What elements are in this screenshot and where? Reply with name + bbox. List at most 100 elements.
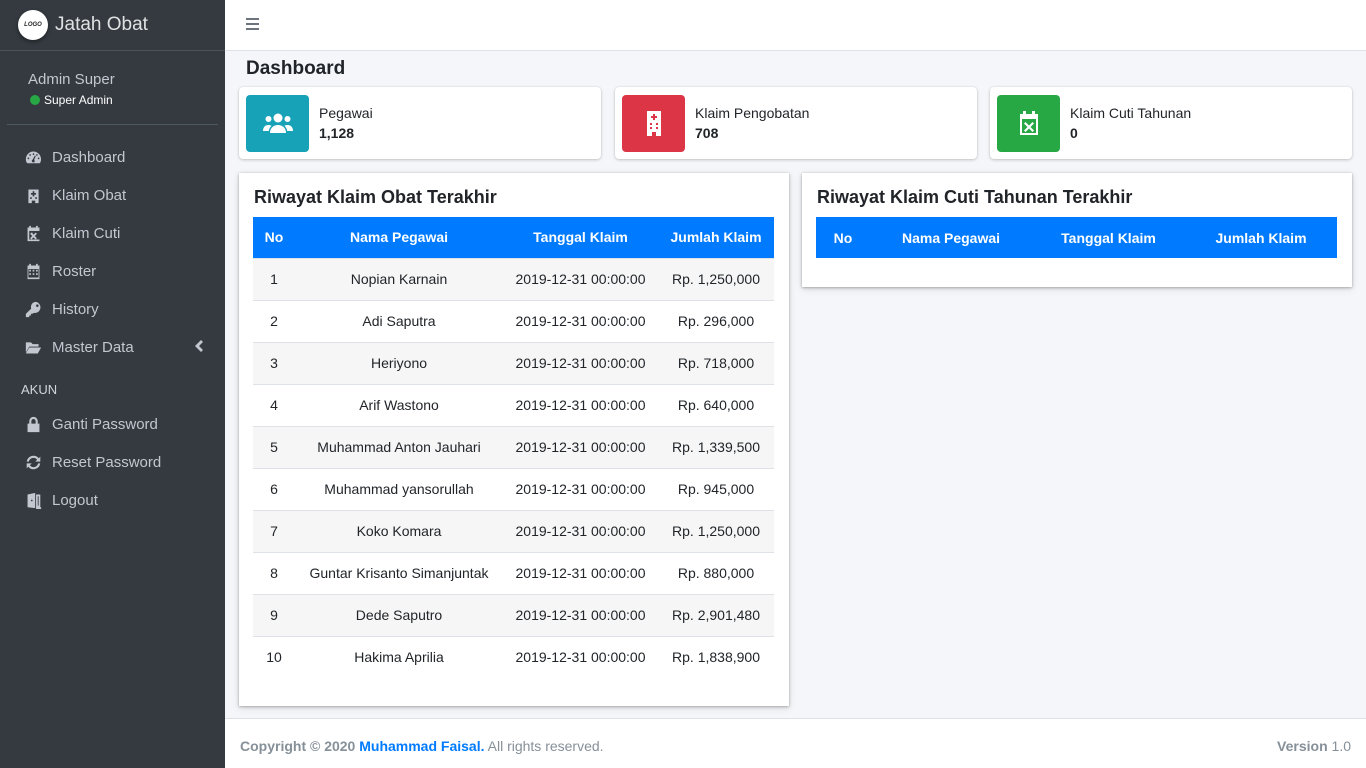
card-riwayat-klaim-cuti: Riwayat Klaim Cuti Tahunan Terakhir No N… xyxy=(802,173,1352,287)
cell-jumlah-klaim: Rp. 640,000 xyxy=(658,383,774,426)
cell-jumlah-klaim: Rp. 1,250,000 xyxy=(658,257,774,300)
user-name[interactable]: Admin Super xyxy=(28,71,218,88)
cell-nama-pegawai: Heriyono xyxy=(295,341,503,384)
chevron-left-icon xyxy=(195,340,203,352)
sidebar: LOGO Jatah Obat Admin Super Super Admin … xyxy=(0,0,225,768)
cell-tanggal-klaim: 2019-12-31 00:00:00 xyxy=(503,551,658,594)
info-box-label: Pegawai xyxy=(319,105,373,121)
calendar-icon xyxy=(24,262,42,280)
cell-no: 9 xyxy=(253,593,295,636)
door-open-icon xyxy=(24,491,42,509)
menu-toggle-icon[interactable] xyxy=(246,18,259,32)
cell-no: 8 xyxy=(253,551,295,594)
sidebar-nav: Dashboard Klaim Obat Klaim Cuti Roster H… xyxy=(0,125,225,519)
cell-tanggal-klaim: 2019-12-31 00:00:00 xyxy=(503,425,658,468)
cell-tanggal-klaim: 2019-12-31 00:00:00 xyxy=(503,593,658,636)
column-header-tanggal-klaim[interactable]: Tanggal Klaim xyxy=(1032,217,1185,258)
cell-no: 2 xyxy=(253,299,295,342)
cell-jumlah-klaim: Rp. 718,000 xyxy=(658,341,774,384)
cell-nama-pegawai: Adi Saputra xyxy=(295,299,503,342)
brand-title: Jatah Obat xyxy=(55,14,148,35)
footer-copyright: Copyright © 2020 Muhammad Faisal. All ri… xyxy=(240,738,604,754)
folder-open-icon xyxy=(24,338,42,356)
cell-no: 3 xyxy=(253,341,295,384)
cell-no: 7 xyxy=(253,509,295,552)
sidebar-item-master-data[interactable]: Master Data xyxy=(0,328,225,366)
cell-tanggal-klaim: 2019-12-31 00:00:00 xyxy=(503,467,658,510)
cell-tanggal-klaim: 2019-12-31 00:00:00 xyxy=(503,509,658,552)
hospital-icon xyxy=(622,94,685,152)
online-status-icon xyxy=(30,95,40,105)
users-icon xyxy=(246,94,309,152)
key-icon xyxy=(24,300,42,318)
table-row: 5 Muhammad Anton Jauhari 2019-12-31 00:00:… xyxy=(253,425,774,468)
hospital-icon xyxy=(24,186,42,204)
table-header-row: No Nama Pegawai Tanggal Klaim Jumlah Kla… xyxy=(816,217,1337,258)
top-navbar xyxy=(225,0,1366,51)
table-row: 3 Heriyono 2019-12-31 00:00:00 Rp. 718,000 xyxy=(253,341,774,384)
sidebar-item-logout[interactable]: Logout xyxy=(0,481,225,519)
cell-no: 1 xyxy=(253,257,295,300)
column-header-nama-pegawai[interactable]: Nama Pegawai xyxy=(295,217,503,258)
calendar-times-icon xyxy=(24,224,42,242)
sidebar-item-klaim-obat[interactable]: Klaim Obat xyxy=(0,176,225,214)
cell-jumlah-klaim: Rp. 1,838,900 xyxy=(658,635,774,678)
sidebar-item-roster[interactable]: Roster xyxy=(0,252,225,290)
user-role: Super Admin xyxy=(28,93,218,107)
card-title: Riwayat Klaim Obat Terakhir xyxy=(254,187,497,207)
table-row: 7 Koko Komara 2019-12-31 00:00:00 Rp. 1,250… xyxy=(253,509,774,552)
column-header-jumlah-klaim[interactable]: Jumlah Klaim xyxy=(1185,217,1337,258)
table-row: 10 Hakima Aprilia 2019-12-31 00:00:00 Rp. 1… xyxy=(253,635,774,678)
sidebar-item-dashboard[interactable]: Dashboard xyxy=(0,138,225,176)
table-row: 9 Dede Saputro 2019-12-31 00:00:00 Rp. 2,90… xyxy=(253,593,774,636)
sidebar-item-history[interactable]: History xyxy=(0,290,225,328)
info-box-klaim-pengobatan: Klaim Pengobatan 708 xyxy=(615,87,977,159)
column-header-tanggal-klaim[interactable]: Tanggal Klaim xyxy=(503,217,658,258)
table-row: 6 Muhammad yansorullah 2019-12-31 00:00:00… xyxy=(253,467,774,510)
cell-no: 4 xyxy=(253,383,295,426)
column-header-no[interactable]: No xyxy=(253,217,295,258)
table-row: 2 Adi Saputra 2019-12-31 00:00:00 Rp. 296,0… xyxy=(253,299,774,342)
column-header-nama-pegawai[interactable]: Nama Pegawai xyxy=(870,217,1032,258)
table-header-row: No Nama Pegawai Tanggal Klaim Jumlah Kla… xyxy=(253,217,774,258)
cell-tanggal-klaim: 2019-12-31 00:00:00 xyxy=(503,299,658,342)
brand-logo: LOGO xyxy=(18,10,48,40)
column-header-jumlah-klaim[interactable]: Jumlah Klaim xyxy=(658,217,774,258)
brand-link[interactable]: LOGO Jatah Obat xyxy=(0,0,225,51)
cell-jumlah-klaim: Rp. 296,000 xyxy=(658,299,774,342)
footer-version: Version 1.0 xyxy=(1277,738,1351,754)
column-header-no[interactable]: No xyxy=(816,217,870,258)
cell-jumlah-klaim: Rp. 945,000 xyxy=(658,467,774,510)
cell-tanggal-klaim: 2019-12-31 00:00:00 xyxy=(503,341,658,384)
cell-jumlah-klaim: Rp. 1,250,000 xyxy=(658,509,774,552)
cell-nama-pegawai: Hakima Aprilia xyxy=(295,635,503,678)
cell-nama-pegawai: Dede Saputro xyxy=(295,593,503,636)
footer: Copyright © 2020 Muhammad Faisal. All ri… xyxy=(225,718,1366,768)
card-title: Riwayat Klaim Cuti Tahunan Terakhir xyxy=(817,187,1133,207)
sync-icon xyxy=(24,453,42,471)
sidebar-item-reset-password[interactable]: Reset Password xyxy=(0,443,225,481)
klaim-obat-table: No Nama Pegawai Tanggal Klaim Jumlah Kla… xyxy=(253,217,774,678)
info-box-klaim-cuti-tahunan: Klaim Cuti Tahunan 0 xyxy=(990,87,1352,159)
cell-nama-pegawai: Nopian Karnain xyxy=(295,257,503,300)
table-row: 1 Nopian Karnain 2019-12-31 00:00:00 Rp. 1,… xyxy=(253,257,774,300)
cell-no: 10 xyxy=(253,635,295,678)
sidebar-item-klaim-cuti[interactable]: Klaim Cuti xyxy=(0,214,225,252)
table-row: 8 Guntar Krisanto Simanjuntak 2019-12-31 0… xyxy=(253,551,774,594)
author-link[interactable]: Muhammad Faisal. xyxy=(359,738,484,754)
klaim-cuti-table: No Nama Pegawai Tanggal Klaim Jumlah Kla… xyxy=(816,217,1337,258)
info-box-value: 0 xyxy=(1070,125,1078,141)
user-panel: Admin Super Super Admin xyxy=(7,51,218,125)
info-box-label: Klaim Cuti Tahunan xyxy=(1070,105,1192,121)
cell-no: 6 xyxy=(253,467,295,510)
info-box-label: Klaim Pengobatan xyxy=(695,105,810,121)
cell-jumlah-klaim: Rp. 880,000 xyxy=(658,551,774,594)
cell-nama-pegawai: Koko Komara xyxy=(295,509,503,552)
cell-tanggal-klaim: 2019-12-31 00:00:00 xyxy=(503,257,658,300)
cell-nama-pegawai: Arif Wastono xyxy=(295,383,503,426)
info-box-pegawai: Pegawai 1,128 xyxy=(239,87,601,159)
sidebar-item-ganti-password[interactable]: Ganti Password xyxy=(0,405,225,443)
cell-nama-pegawai: Muhammad yansorullah xyxy=(295,467,503,510)
lock-icon xyxy=(24,415,42,433)
table-row: 4 Arif Wastono 2019-12-31 00:00:00 Rp. 640,… xyxy=(253,383,774,426)
